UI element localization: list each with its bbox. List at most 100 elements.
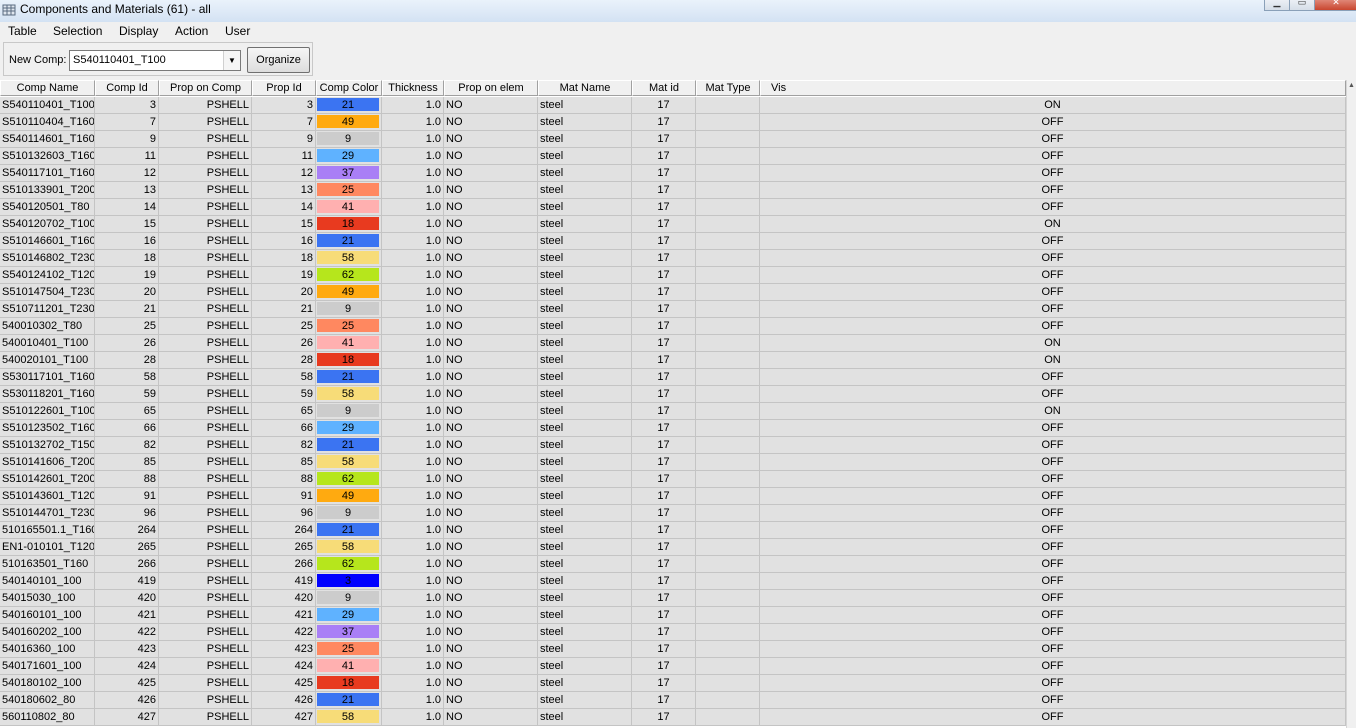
cell-thickness[interactable]: 1.0: [382, 165, 444, 182]
cell-comp-name[interactable]: S510142601_T200: [0, 471, 95, 488]
cell-thickness[interactable]: 1.0: [382, 318, 444, 335]
cell-comp-name[interactable]: 54015030_100: [0, 590, 95, 607]
cell-prop-id[interactable]: 88: [252, 471, 316, 488]
color-swatch[interactable]: 18: [317, 676, 379, 689]
cell-comp-id[interactable]: 265: [95, 539, 159, 556]
color-swatch[interactable]: 21: [317, 693, 379, 706]
cell-comp-id[interactable]: 85: [95, 454, 159, 471]
cell-prop-on-elem[interactable]: NO: [444, 216, 538, 233]
cell-mat-id[interactable]: 17: [632, 692, 696, 709]
cell-prop-on-elem[interactable]: NO: [444, 573, 538, 590]
table-row[interactable]: S510146802_T230 18 PSHELL 18 58 1.0 NO steel 17 O…: [0, 250, 1346, 267]
table-row[interactable]: S510141606_T200 85 PSHELL 85 58 1.0 NO steel 17 O…: [0, 454, 1346, 471]
color-swatch[interactable]: 41: [317, 200, 379, 213]
cell-prop-on-comp[interactable]: PSHELL: [159, 335, 252, 352]
cell-prop-on-elem[interactable]: NO: [444, 335, 538, 352]
cell-thickness[interactable]: 1.0: [382, 97, 444, 114]
cell-prop-on-comp[interactable]: PSHELL: [159, 386, 252, 403]
cell-comp-id[interactable]: 427: [95, 709, 159, 726]
cell-prop-id[interactable]: 266: [252, 556, 316, 573]
cell-comp-color[interactable]: 58: [316, 250, 382, 267]
cell-prop-id[interactable]: 96: [252, 505, 316, 522]
cell-comp-id[interactable]: 65: [95, 403, 159, 420]
cell-mat-id[interactable]: 17: [632, 420, 696, 437]
cell-mat-id[interactable]: 17: [632, 556, 696, 573]
cell-prop-id[interactable]: 9: [252, 131, 316, 148]
cell-mat-name[interactable]: steel: [538, 250, 632, 267]
cell-mat-name[interactable]: steel: [538, 658, 632, 675]
cell-mat-id[interactable]: 17: [632, 590, 696, 607]
cell-mat-type[interactable]: [696, 182, 760, 199]
cell-comp-id[interactable]: 13: [95, 182, 159, 199]
cell-vis[interactable]: OFF: [760, 301, 1346, 318]
new-comp-combobox[interactable]: S540110401_T100 ▼: [69, 50, 241, 71]
cell-prop-on-elem[interactable]: NO: [444, 658, 538, 675]
cell-prop-on-comp[interactable]: PSHELL: [159, 148, 252, 165]
color-swatch[interactable]: 41: [317, 336, 379, 349]
cell-prop-id[interactable]: 264: [252, 522, 316, 539]
color-swatch[interactable]: 58: [317, 387, 379, 400]
cell-thickness[interactable]: 1.0: [382, 199, 444, 216]
cell-comp-id[interactable]: 58: [95, 369, 159, 386]
cell-comp-color[interactable]: 41: [316, 658, 382, 675]
cell-thickness[interactable]: 1.0: [382, 148, 444, 165]
cell-prop-on-comp[interactable]: PSHELL: [159, 658, 252, 675]
cell-mat-name[interactable]: steel: [538, 675, 632, 692]
cell-mat-type[interactable]: [696, 556, 760, 573]
cell-prop-on-comp[interactable]: PSHELL: [159, 301, 252, 318]
cell-mat-type[interactable]: [696, 675, 760, 692]
color-swatch[interactable]: 18: [317, 353, 379, 366]
cell-vis[interactable]: OFF: [760, 420, 1346, 437]
cell-prop-on-comp[interactable]: PSHELL: [159, 675, 252, 692]
cell-comp-id[interactable]: 82: [95, 437, 159, 454]
scroll-up-icon[interactable]: ▲: [1348, 82, 1355, 89]
cell-prop-id[interactable]: 21: [252, 301, 316, 318]
cell-vis[interactable]: ON: [760, 216, 1346, 233]
cell-comp-color[interactable]: 49: [316, 488, 382, 505]
table-row[interactable]: S510133901_T200 13 PSHELL 13 25 1.0 NO steel 17 O…: [0, 182, 1346, 199]
cell-mat-id[interactable]: 17: [632, 454, 696, 471]
cell-mat-name[interactable]: steel: [538, 437, 632, 454]
cell-prop-on-comp[interactable]: PSHELL: [159, 556, 252, 573]
cell-prop-on-elem[interactable]: NO: [444, 607, 538, 624]
cell-vis[interactable]: OFF: [760, 624, 1346, 641]
cell-mat-id[interactable]: 17: [632, 267, 696, 284]
cell-prop-on-elem[interactable]: NO: [444, 437, 538, 454]
cell-vis[interactable]: OFF: [760, 182, 1346, 199]
cell-comp-color[interactable]: 25: [316, 182, 382, 199]
cell-vis[interactable]: OFF: [760, 267, 1346, 284]
cell-comp-color[interactable]: 58: [316, 386, 382, 403]
cell-prop-on-comp[interactable]: PSHELL: [159, 233, 252, 250]
cell-comp-color[interactable]: 9: [316, 301, 382, 318]
cell-comp-id[interactable]: 264: [95, 522, 159, 539]
cell-comp-id[interactable]: 11: [95, 148, 159, 165]
cell-mat-id[interactable]: 17: [632, 352, 696, 369]
table-row[interactable]: S540114601_T160 9 PSHELL 9 9 1.0 NO steel 17 OFF: [0, 131, 1346, 148]
cell-comp-name[interactable]: S540120702_T100: [0, 216, 95, 233]
cell-mat-name[interactable]: steel: [538, 114, 632, 131]
chevron-down-icon[interactable]: ▼: [223, 51, 240, 70]
cell-comp-name[interactable]: S510123502_T160: [0, 420, 95, 437]
cell-vis[interactable]: OFF: [760, 692, 1346, 709]
cell-vis[interactable]: OFF: [760, 148, 1346, 165]
cell-thickness[interactable]: 1.0: [382, 403, 444, 420]
cell-mat-name[interactable]: steel: [538, 624, 632, 641]
color-swatch[interactable]: 41: [317, 659, 379, 672]
cell-mat-type[interactable]: [696, 199, 760, 216]
cell-vis[interactable]: OFF: [760, 250, 1346, 267]
cell-comp-color[interactable]: 62: [316, 556, 382, 573]
cell-mat-name[interactable]: steel: [538, 165, 632, 182]
cell-mat-type[interactable]: [696, 709, 760, 726]
header-comp-id[interactable]: Comp Id: [95, 80, 159, 96]
cell-comp-name[interactable]: S510132603_T160: [0, 148, 95, 165]
cell-mat-type[interactable]: [696, 114, 760, 131]
cell-comp-name[interactable]: 540180602_80: [0, 692, 95, 709]
cell-prop-id[interactable]: 85: [252, 454, 316, 471]
cell-mat-type[interactable]: [696, 335, 760, 352]
cell-mat-id[interactable]: 17: [632, 505, 696, 522]
cell-prop-on-elem[interactable]: NO: [444, 403, 538, 420]
cell-prop-on-elem[interactable]: NO: [444, 488, 538, 505]
cell-prop-on-elem[interactable]: NO: [444, 267, 538, 284]
table-row[interactable]: S530117101_T160 58 PSHELL 58 21 1.0 NO steel 17 O…: [0, 369, 1346, 386]
cell-mat-id[interactable]: 17: [632, 148, 696, 165]
